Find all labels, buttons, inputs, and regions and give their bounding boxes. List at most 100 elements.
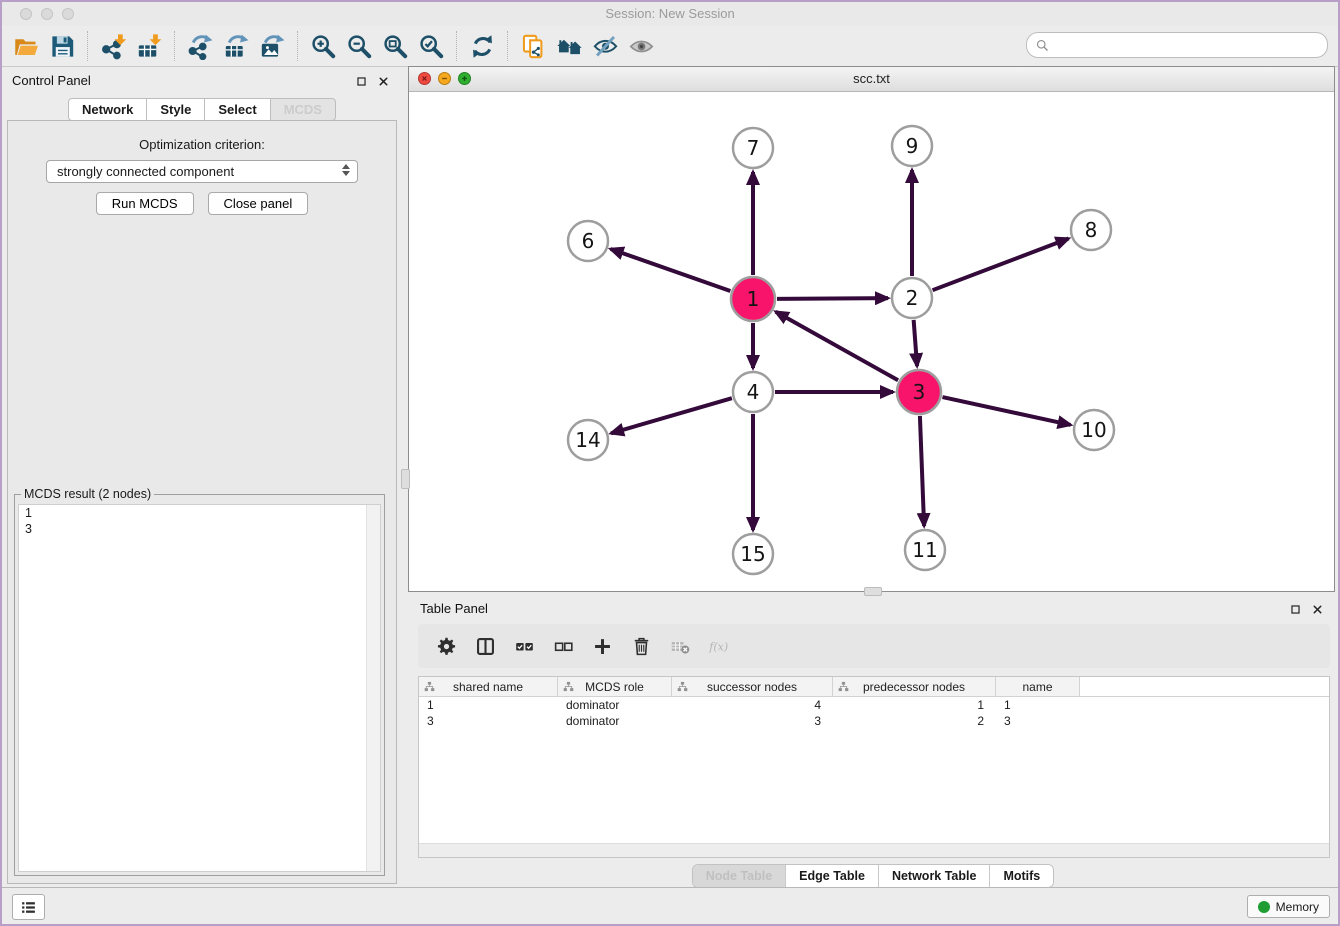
- float-panel-icon[interactable]: [355, 75, 368, 88]
- tab-select[interactable]: Select: [204, 98, 270, 121]
- criterion-select[interactable]: strongly connected component: [46, 160, 358, 183]
- refresh-button[interactable]: [464, 29, 500, 63]
- import-table-icon: [136, 33, 163, 60]
- table-cell: 4: [672, 698, 833, 712]
- table-panel-title: Table Panel: [420, 601, 488, 616]
- table-toolbar: [418, 624, 1330, 668]
- result-scrollbar[interactable]: [366, 505, 380, 871]
- settings-gear-icon: [436, 636, 457, 657]
- export-table-button[interactable]: [218, 29, 254, 63]
- export-image-button[interactable]: [254, 29, 290, 63]
- zoom-out-button[interactable]: [341, 29, 377, 63]
- graph-edge-1-2[interactable]: [777, 298, 888, 299]
- column-header-successor-nodes[interactable]: successor nodes: [672, 677, 833, 696]
- float-panel-icon[interactable]: [1289, 603, 1302, 616]
- graph-node-8[interactable]: 8: [1071, 210, 1111, 250]
- canvas-splitter-handle[interactable]: [864, 587, 882, 596]
- save-session-button[interactable]: [44, 29, 80, 63]
- graph-node-1[interactable]: 1: [731, 277, 775, 321]
- mcds-buttons-row: Run MCDS Close panel: [8, 192, 396, 215]
- graph-node-7[interactable]: 7: [733, 128, 773, 168]
- memory-button[interactable]: Memory: [1247, 895, 1330, 918]
- add-column-button[interactable]: [591, 635, 613, 657]
- settings-gear-button[interactable]: [435, 635, 457, 657]
- close-panel-icon[interactable]: [377, 75, 390, 88]
- network-zoom-button[interactable]: [458, 72, 471, 85]
- hide-selected-button[interactable]: [587, 29, 623, 63]
- main-toolbar: [2, 26, 1338, 67]
- graph-node-2[interactable]: 2: [892, 278, 932, 318]
- import-table-button[interactable]: [131, 29, 167, 63]
- column-tree-icon: [677, 681, 688, 692]
- table-row[interactable]: 1dominator411: [419, 697, 1329, 713]
- network-window-titlebar[interactable]: scc.txt: [409, 67, 1334, 92]
- tab-edge-table[interactable]: Edge Table: [785, 865, 878, 887]
- graph-node-3[interactable]: 3: [897, 370, 941, 414]
- zoom-in-button[interactable]: [305, 29, 341, 63]
- delete-table-icon: [670, 636, 691, 657]
- deselect-all-button[interactable]: [552, 635, 574, 657]
- network-canvas[interactable]: 1 2 3 4 6 7 8 9 10 11 14 15: [409, 91, 1334, 591]
- export-network-button[interactable]: [182, 29, 218, 63]
- table-horizontal-scrollbar[interactable]: [419, 843, 1329, 857]
- zoom-fit-button[interactable]: [377, 29, 413, 63]
- graph-edge-2-3[interactable]: [914, 320, 917, 366]
- import-network-button[interactable]: [95, 29, 131, 63]
- graph-node-6[interactable]: 6: [568, 221, 608, 261]
- graph-node-15[interactable]: 15: [733, 534, 773, 574]
- close-panel-icon[interactable]: [1311, 603, 1324, 616]
- graph-node-9[interactable]: 9: [892, 126, 932, 166]
- tab-network[interactable]: Network: [68, 98, 147, 121]
- graph-node-4[interactable]: 4: [733, 372, 773, 412]
- column-header-name[interactable]: name: [996, 677, 1080, 696]
- column-header-shared-name[interactable]: shared name: [419, 677, 558, 696]
- graph-node-10[interactable]: 10: [1074, 410, 1114, 450]
- graph-edge-3-11[interactable]: [920, 416, 924, 526]
- close-panel-button[interactable]: Close panel: [208, 192, 309, 215]
- table-row[interactable]: 3dominator323: [419, 713, 1329, 729]
- status-bar: Memory: [2, 887, 1338, 924]
- control-panel-window-buttons: [355, 75, 390, 88]
- tab-motifs[interactable]: Motifs: [989, 865, 1053, 887]
- home-button[interactable]: [551, 29, 587, 63]
- search-input[interactable]: [1050, 38, 1327, 53]
- graph-edge-3-1[interactable]: [776, 312, 898, 381]
- select-all-button[interactable]: [513, 635, 535, 657]
- table-cell: 2: [833, 714, 996, 728]
- zoom-selected-button[interactable]: [413, 29, 449, 63]
- delete-column-button[interactable]: [630, 635, 652, 657]
- column-view-button[interactable]: [474, 635, 496, 657]
- table-cell: 1: [833, 698, 996, 712]
- graph-node-11[interactable]: 11: [905, 530, 945, 570]
- minimize-window-button[interactable]: [41, 8, 53, 20]
- result-item[interactable]: 1: [19, 505, 380, 521]
- duplicate-network-button[interactable]: [515, 29, 551, 63]
- network-close-button[interactable]: [418, 72, 431, 85]
- delete-table-button: [669, 635, 691, 657]
- zoom-window-button[interactable]: [62, 8, 74, 20]
- column-header-MCDS-role[interactable]: MCDS role: [558, 677, 672, 696]
- export-image-icon: [259, 33, 286, 60]
- graph-edge-3-10[interactable]: [942, 397, 1070, 425]
- toolbar-divider: [507, 31, 508, 61]
- graph-node-14[interactable]: 14: [568, 420, 608, 460]
- mcds-result-list[interactable]: 13: [18, 504, 381, 872]
- tab-network-table[interactable]: Network Table: [878, 865, 990, 887]
- task-history-button[interactable]: [12, 894, 45, 920]
- graph-edge-2-8[interactable]: [933, 239, 1069, 291]
- open-session-button[interactable]: [8, 29, 44, 63]
- result-item[interactable]: 3: [19, 521, 380, 537]
- run-mcds-button[interactable]: Run MCDS: [96, 192, 194, 215]
- network-minimize-button[interactable]: [438, 72, 451, 85]
- show-all-button[interactable]: [623, 29, 659, 63]
- graph-edge-4-14[interactable]: [611, 398, 732, 433]
- graph-node-label: 7: [747, 136, 760, 160]
- tab-style[interactable]: Style: [146, 98, 205, 121]
- graph-edge-1-6[interactable]: [611, 249, 731, 291]
- control-panel: Control Panel NetworkStyleSelectMCDS Opt…: [2, 70, 402, 884]
- graph-node-label: 1: [747, 287, 760, 311]
- panel-splitter-handle[interactable]: [401, 469, 410, 489]
- toolbar-divider: [87, 31, 88, 61]
- close-window-button[interactable]: [20, 8, 32, 20]
- column-header-predecessor-nodes[interactable]: predecessor nodes: [833, 677, 996, 696]
